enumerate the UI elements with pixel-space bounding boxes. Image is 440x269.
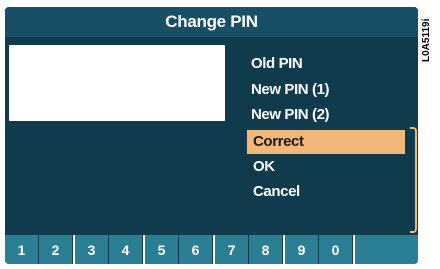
key-2[interactable]: 2: [39, 235, 73, 264]
numeric-keypad: 1 2 3 4 5 6 7 8 9 0: [5, 235, 418, 264]
new-pin-2-field[interactable]: [9, 95, 225, 121]
title-bar: Change PIN: [5, 7, 418, 37]
new-pin-2-label: New PIN (2): [251, 106, 330, 123]
menu-item-ok[interactable]: OK: [247, 155, 405, 179]
key-1[interactable]: 1: [5, 235, 39, 264]
key-3[interactable]: 3: [75, 235, 109, 264]
menu-item-correct[interactable]: Correct: [247, 130, 405, 154]
menu-scrollbar[interactable]: [410, 127, 417, 233]
key-5[interactable]: 5: [145, 235, 179, 264]
old-pin-field[interactable]: [9, 45, 225, 71]
page-title: Change PIN: [165, 12, 258, 31]
device-screen: Change PIN Old PIN New PIN (1) New PIN (…: [3, 5, 420, 266]
old-pin-label: Old PIN: [251, 55, 303, 72]
key-8[interactable]: 8: [249, 235, 283, 264]
new-pin-1-label: New PIN (1): [251, 81, 330, 98]
key-blank[interactable]: [355, 235, 418, 264]
key-9[interactable]: 9: [285, 235, 319, 264]
key-7[interactable]: 7: [215, 235, 249, 264]
key-6[interactable]: 6: [179, 235, 213, 264]
key-4[interactable]: 4: [109, 235, 143, 264]
new-pin-1-field[interactable]: [9, 70, 225, 96]
figure-code: L0A5119i: [421, 18, 432, 62]
key-0[interactable]: 0: [319, 235, 353, 264]
menu-item-cancel[interactable]: Cancel: [247, 180, 405, 204]
